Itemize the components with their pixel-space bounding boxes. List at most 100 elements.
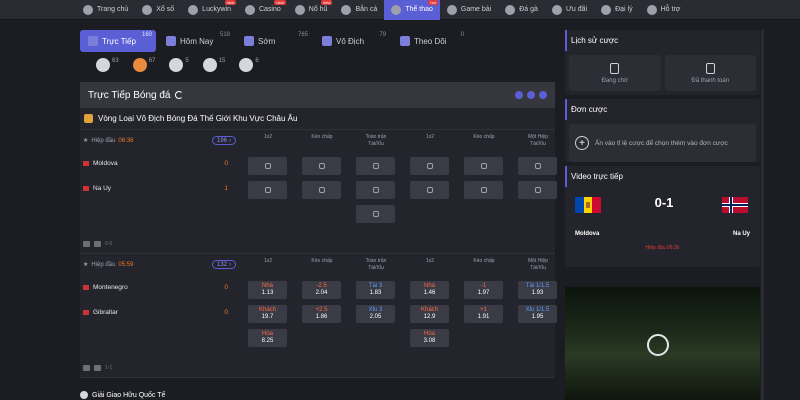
more-markets-button[interactable]: 132 ›	[212, 260, 237, 269]
locked-odds-button[interactable]	[518, 181, 557, 199]
odds-button[interactable]: Tài 3 1.83	[356, 281, 395, 299]
nav-icon	[294, 4, 305, 15]
star-icon[interactable]: ★	[83, 137, 88, 144]
norway-flag-icon	[722, 197, 748, 213]
nav-item-11[interactable]: Hỗ trợ	[640, 0, 688, 20]
sport-filter-item[interactable]: 6	[239, 58, 259, 72]
soccer-ball-icon	[80, 391, 88, 399]
flag-icon	[83, 186, 89, 191]
odds-button[interactable]: +2.5 1.86	[302, 305, 341, 323]
top-navigation: Trang chủ Xổ số Luckywin new Casino new Nổ hũ n…	[0, 0, 800, 20]
nav-item-10[interactable]: Đại lý	[594, 0, 640, 20]
tab-count: 0	[460, 32, 464, 38]
stats-icon[interactable]	[94, 365, 101, 371]
tab-4[interactable]: Theo Dõi 0	[392, 30, 468, 52]
odds-button[interactable]: Xỉu 3 2.05	[356, 305, 395, 323]
locked-odds-button[interactable]	[464, 157, 503, 175]
locked-odds-button[interactable]	[410, 157, 449, 175]
league-title: Vòng Loại Vô Địch Bóng Đá Thế Giới Khu V…	[98, 114, 298, 123]
view-options	[515, 91, 547, 99]
loading-icon[interactable]	[647, 334, 669, 356]
lock-icon	[264, 187, 271, 193]
next-league-header[interactable]: Giải Giao Hữu Quốc Tế	[80, 390, 165, 400]
league-header[interactable]: Vòng Loại Vô Địch Bóng Đá Thế Giới Khu V…	[80, 108, 555, 130]
live-video-title: Video trực tiếp	[565, 166, 760, 187]
nav-item-6[interactable]: Thể thao hot	[384, 0, 440, 20]
refresh-icon[interactable]	[175, 91, 184, 99]
odds-column-header: 1x2	[425, 134, 435, 140]
scrollbar[interactable]	[761, 30, 764, 400]
nav-item-2[interactable]: Luckywin new	[181, 0, 238, 20]
odds-button[interactable]: Hòa 8.25	[248, 329, 287, 347]
star-icon[interactable]: ★	[83, 261, 88, 268]
video-icon[interactable]	[83, 241, 90, 247]
locked-odds-button[interactable]	[302, 157, 341, 175]
nav-icon	[341, 4, 352, 15]
odds-button[interactable]: +1 1.91	[464, 305, 503, 323]
more-markets-button[interactable]: 196 ›	[212, 136, 237, 145]
nav-item-1[interactable]: Xổ số	[135, 0, 181, 20]
tab-icon	[400, 36, 410, 46]
stats-icon[interactable]	[94, 241, 101, 247]
live-video-panel: Video trực tiếp 0-1 Moldova Na Uy Hiệp đ…	[565, 166, 760, 267]
odds-column-header: Một Hiệp Tài/Xỉu	[527, 134, 548, 147]
tab-3[interactable]: Vô Địch 79	[314, 30, 390, 52]
nav-icon	[391, 4, 402, 15]
hot-badge: new	[321, 0, 333, 5]
locked-odds-button[interactable]	[248, 181, 287, 199]
sport-filter-item[interactable]: 67	[132, 58, 155, 72]
odds-button[interactable]: Khách 19.7	[248, 305, 287, 323]
locked-odds-button[interactable]	[464, 181, 503, 199]
nav-item-7[interactable]: Game bài	[440, 0, 498, 20]
odds-button[interactable]: Nhà 1.13	[248, 281, 287, 299]
nav-item-9[interactable]: Ưu đãi	[545, 0, 594, 20]
tab-2[interactable]: Sớm 765	[236, 30, 312, 52]
odds-button[interactable]: -1 1.97	[464, 281, 503, 299]
odds-button[interactable]: -2.5 2.04	[302, 281, 341, 299]
sport-filter-item[interactable]: 15	[202, 58, 225, 72]
nav-icon	[142, 4, 153, 15]
nav-item-5[interactable]: Bắn cá	[334, 0, 384, 20]
live-score: 0-1	[654, 195, 674, 210]
odds-button[interactable]: Hòa 3.08	[410, 329, 449, 347]
locked-odds-button[interactable]	[302, 181, 341, 199]
odds-button[interactable]: Tài 1/1.5 1.93	[518, 281, 557, 299]
pending-bets-button[interactable]: Đang chờ	[569, 55, 661, 91]
video-player[interactable]	[565, 287, 760, 400]
tab-0[interactable]: Trực Tiếp 160	[80, 30, 156, 52]
locked-odds-button[interactable]	[356, 205, 395, 223]
view-option-icon[interactable]	[527, 91, 535, 99]
odds-button[interactable]: Xỉu 1/1.5 1.95	[518, 305, 557, 323]
nav-item-4[interactable]: Nổ hũ new	[288, 0, 335, 20]
locked-odds-button[interactable]	[356, 181, 395, 199]
locked-odds-button[interactable]	[356, 157, 395, 175]
tab-icon	[88, 36, 98, 46]
odds-button[interactable]: Nhà 1.46	[410, 281, 449, 299]
sport-filter-item[interactable]: 5	[169, 58, 189, 72]
lock-icon	[480, 163, 487, 169]
odds-column-header: 1x2	[263, 258, 273, 264]
nav-item-3[interactable]: Casino new	[238, 0, 288, 20]
lock-icon	[426, 163, 433, 169]
locked-odds-button[interactable]	[410, 181, 449, 199]
view-option-icon[interactable]	[539, 91, 547, 99]
tab-1[interactable]: Hôm Nay 518	[158, 30, 234, 52]
nav-icon	[601, 4, 612, 15]
bet-slip-panel: Đơn cược + Ấn vào tỉ lệ cược để chọn thêm…	[565, 99, 760, 162]
video-icon[interactable]	[83, 365, 90, 371]
nav-item-0[interactable]: Trang chủ	[76, 0, 135, 20]
odds-button[interactable]: Khách 12.9	[410, 305, 449, 323]
tab-icon	[322, 36, 332, 46]
bet-history-panel: Lịch sử cược Đang chờ Đã thanh toán	[565, 30, 760, 95]
locked-odds-button[interactable]	[518, 157, 557, 175]
sport-filter-item[interactable]: 63	[96, 58, 119, 72]
money-icon	[705, 62, 715, 74]
tab-count: 765	[297, 32, 308, 38]
basketball-icon	[132, 58, 147, 72]
odds-column-header: 1x2	[425, 258, 435, 264]
locked-odds-button[interactable]	[248, 157, 287, 175]
nav-item-8[interactable]: Đá gà	[498, 0, 545, 20]
paid-bets-button[interactable]: Đã thanh toán	[664, 55, 756, 91]
badminton-icon	[239, 58, 254, 72]
view-option-icon[interactable]	[515, 91, 523, 99]
